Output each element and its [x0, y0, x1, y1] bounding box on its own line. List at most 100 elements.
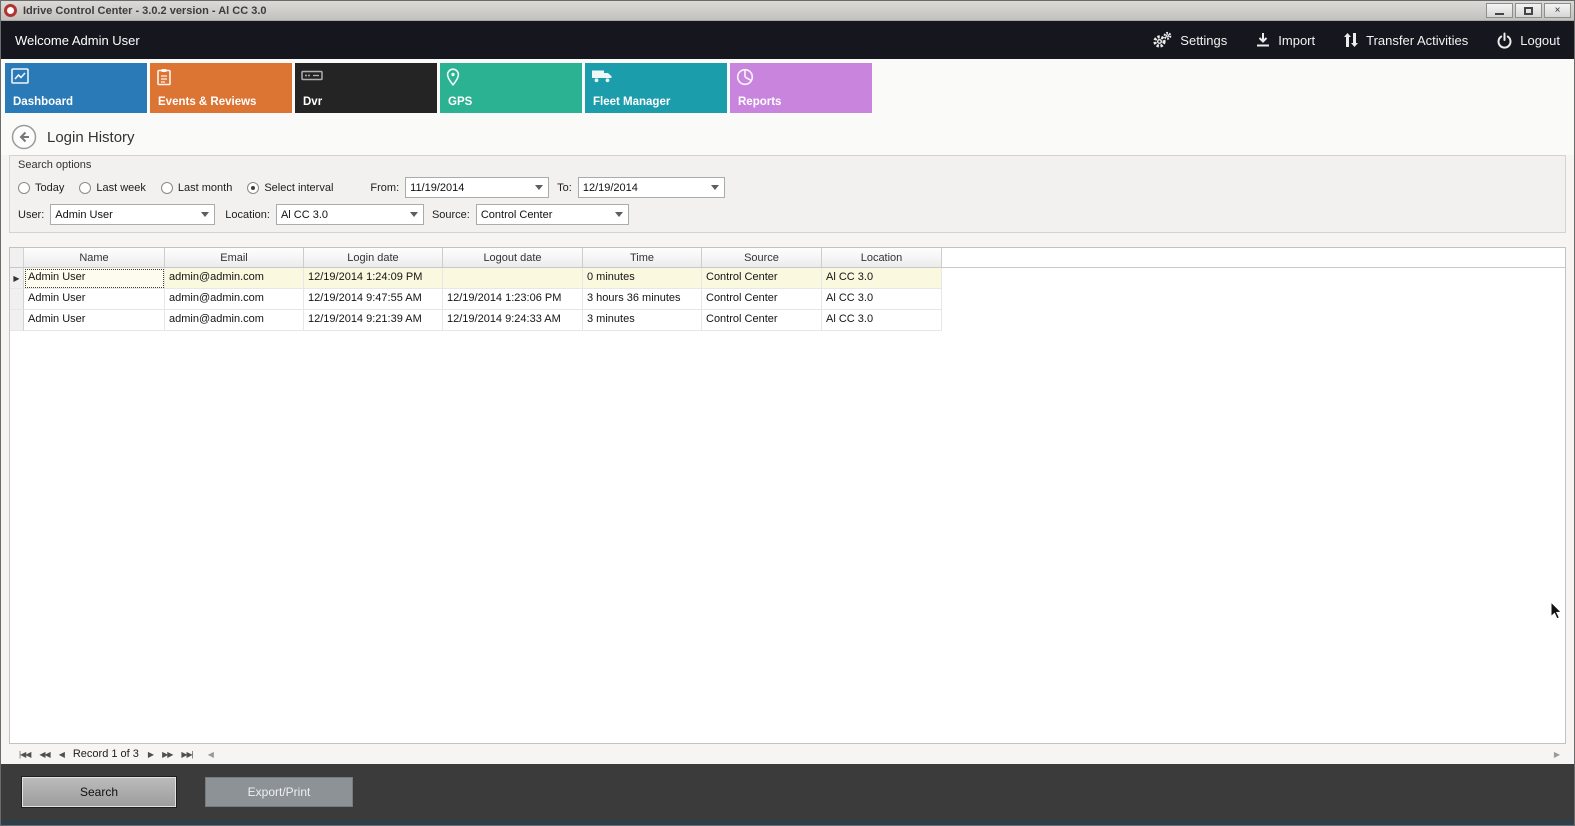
settings-label: Settings — [1180, 33, 1227, 48]
chevron-down-icon — [410, 212, 418, 217]
close-button[interactable]: × — [1544, 3, 1571, 18]
radio-today-circle[interactable] — [18, 182, 30, 194]
back-button[interactable] — [11, 124, 37, 150]
chevron-down-icon — [535, 185, 543, 190]
search-options-panel: Search options Today Last week Last mont… — [9, 155, 1566, 233]
location-label: Location: — [225, 209, 270, 221]
map-pin-icon — [446, 68, 460, 91]
radio-last-week-circle[interactable] — [79, 182, 91, 194]
cell-location[interactable]: Al CC 3.0 — [822, 289, 942, 310]
user-combobox[interactable]: Admin User — [50, 204, 215, 225]
search-button[interactable]: Search — [21, 776, 177, 808]
cell-login-date[interactable]: 12/19/2014 9:21:39 AM — [304, 310, 443, 331]
cell-name[interactable]: Admin User — [24, 268, 165, 289]
record-navigator: |◀◀ ◀◀ ◀ Record 1 of 3 ▶ ▶▶ ▶▶| ◀ ▶ — [9, 744, 1566, 764]
prev-page-button[interactable]: ◀◀ — [39, 750, 49, 759]
settings-button[interactable]: Settings — [1151, 31, 1227, 49]
radio-select-interval-circle[interactable] — [247, 182, 259, 194]
cell-logout-date[interactable]: 12/19/2014 9:24:33 AM — [443, 310, 583, 331]
column-header-source[interactable]: Source — [702, 248, 822, 267]
app-window: Idrive Control Center - 3.0.2 version - … — [0, 0, 1575, 826]
to-label: To: — [557, 182, 572, 194]
radio-last-month[interactable]: Last month — [161, 182, 232, 194]
column-header-logout-date[interactable]: Logout date — [443, 248, 583, 267]
clipboard-icon — [156, 68, 172, 91]
source-label: Source: — [432, 209, 470, 221]
import-button[interactable]: Import — [1255, 32, 1315, 48]
cell-login-date[interactable]: 12/19/2014 9:47:55 AM — [304, 289, 443, 310]
truck-icon — [591, 68, 613, 89]
column-header-name[interactable]: Name — [24, 248, 165, 267]
user-label: User: — [18, 209, 44, 221]
cell-email[interactable]: admin@admin.com — [165, 289, 304, 310]
row-indicator: ▶ — [10, 268, 24, 289]
cell-time[interactable]: 0 minutes — [583, 268, 702, 289]
next-record-button[interactable]: ▶ — [148, 750, 153, 759]
tile-gps[interactable]: GPS — [440, 63, 582, 113]
cell-email[interactable]: admin@admin.com — [165, 310, 304, 331]
table-row[interactable]: ▶ Admin User admin@admin.com 12/19/2014 … — [10, 268, 1565, 289]
cell-logout-date[interactable] — [443, 268, 583, 289]
prev-record-button[interactable]: ◀ — [59, 750, 64, 759]
tile-events-reviews[interactable]: Events & Reviews — [150, 63, 292, 113]
cell-name[interactable]: Admin User — [24, 289, 165, 310]
radio-today[interactable]: Today — [18, 182, 64, 194]
horizontal-scrollbar[interactable]: ◀ ▶ — [202, 744, 1566, 764]
minimize-button[interactable] — [1486, 3, 1513, 18]
export-print-button[interactable]: Export/Print — [205, 777, 353, 807]
last-record-button[interactable]: ▶▶| — [181, 750, 192, 759]
location-combobox[interactable]: Al CC 3.0 — [276, 204, 424, 225]
location-value: Al CC 3.0 — [281, 209, 328, 221]
from-date-combobox[interactable]: 11/19/2014 — [405, 177, 549, 198]
source-combobox[interactable]: Control Center — [476, 204, 629, 225]
cell-time[interactable]: 3 minutes — [583, 310, 702, 331]
cell-email[interactable]: admin@admin.com — [165, 268, 304, 289]
cell-source[interactable]: Control Center — [702, 289, 822, 310]
app-logo-icon — [4, 4, 17, 17]
dvr-icon — [301, 68, 323, 88]
cell-time[interactable]: 3 hours 36 minutes — [583, 289, 702, 310]
scroll-left-icon[interactable]: ◀ — [208, 750, 214, 759]
search-options-title: Search options — [18, 159, 1557, 171]
radio-last-week[interactable]: Last week — [79, 182, 146, 194]
cell-source[interactable]: Control Center — [702, 268, 822, 289]
column-header-location[interactable]: Location — [822, 248, 942, 267]
tile-events-reviews-label: Events & Reviews — [158, 96, 256, 108]
first-record-button[interactable]: |◀◀ — [19, 750, 30, 759]
column-header-email[interactable]: Email — [165, 248, 304, 267]
cell-location[interactable]: Al CC 3.0 — [822, 268, 942, 289]
tile-fleet-manager[interactable]: Fleet Manager — [585, 63, 727, 113]
top-navbar: Welcome Admin User Settings Import Trans… — [1, 21, 1574, 59]
titlebar: Idrive Control Center - 3.0.2 version - … — [1, 1, 1574, 21]
cell-name[interactable]: Admin User — [24, 310, 165, 331]
transfer-activities-button[interactable]: Transfer Activities — [1343, 32, 1468, 48]
table-row[interactable]: ▶ Admin User admin@admin.com 12/19/2014 … — [10, 289, 1565, 310]
footer-bar: Search Export/Print — [1, 764, 1574, 820]
row-indicator: ▶ — [10, 289, 24, 310]
next-page-button[interactable]: ▶▶ — [162, 750, 172, 759]
radio-last-month-circle[interactable] — [161, 182, 173, 194]
logout-button[interactable]: Logout — [1496, 32, 1560, 49]
table-row[interactable]: ▶ Admin User admin@admin.com 12/19/2014 … — [10, 310, 1565, 331]
radio-last-week-label: Last week — [96, 182, 146, 194]
column-header-time[interactable]: Time — [583, 248, 702, 267]
tile-reports[interactable]: Reports — [730, 63, 872, 113]
radio-select-interval[interactable]: Select interval — [247, 182, 333, 194]
cell-location[interactable]: Al CC 3.0 — [822, 310, 942, 331]
cell-source[interactable]: Control Center — [702, 310, 822, 331]
tile-dvr[interactable]: Dvr — [295, 63, 437, 113]
column-header-login-date[interactable]: Login date — [304, 248, 443, 267]
cell-login-date[interactable]: 12/19/2014 1:24:09 PM — [304, 268, 443, 289]
user-value: Admin User — [55, 209, 112, 221]
chevron-down-icon — [201, 212, 209, 217]
window-title: Idrive Control Center - 3.0.2 version - … — [23, 5, 1480, 17]
tile-dashboard-label: Dashboard — [13, 96, 73, 108]
login-history-grid: Name Email Login date Logout date Time S… — [9, 247, 1566, 744]
current-row-arrow-icon: ▶ — [13, 269, 19, 288]
to-date-combobox[interactable]: 12/19/2014 — [578, 177, 725, 198]
scroll-right-icon[interactable]: ▶ — [1554, 750, 1560, 759]
from-date-value: 11/19/2014 — [410, 182, 464, 194]
maximize-button[interactable] — [1515, 3, 1542, 18]
cell-logout-date[interactable]: 12/19/2014 1:23:06 PM — [443, 289, 583, 310]
tile-dashboard[interactable]: Dashboard — [5, 63, 147, 113]
